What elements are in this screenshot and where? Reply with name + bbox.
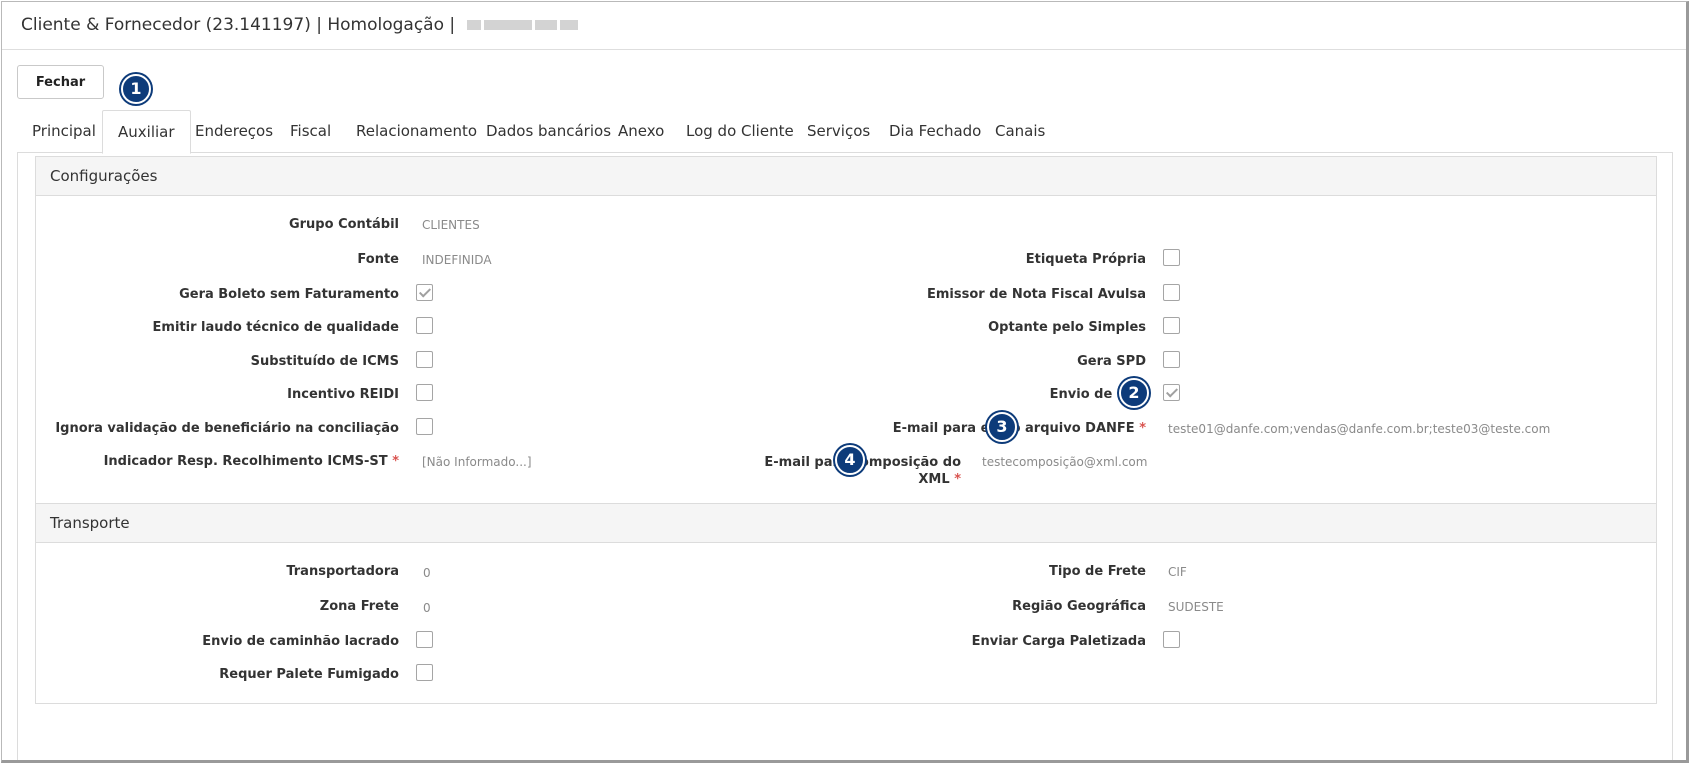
window-title-text: Cliente & Fornecedor (23.141197) | Homol… (21, 15, 456, 35)
checkbox-etiqueta-propria[interactable] (1163, 249, 1180, 266)
checkbox-envio-pdf[interactable] (1163, 384, 1180, 401)
section-title-configuracoes: Configurações (36, 157, 1656, 196)
value-regiao-geografica: SUDESTE (1168, 600, 1224, 614)
label-tipo-frete: Tipo de Frete (1048, 564, 1146, 579)
section-transporte: Transporte Transportadora 0 Zona Frete 0… (35, 504, 1657, 704)
tab-enderecos[interactable]: Endereços (180, 110, 288, 153)
checkbox-emissor-nf-avulsa[interactable] (1163, 284, 1180, 301)
checkbox-enviar-carga[interactable] (1163, 631, 1180, 648)
label-gera-spd: Gera SPD (1077, 354, 1146, 369)
label-enviar-carga: Enviar Carga Paletizada (971, 634, 1146, 649)
label-indicador-resp: Indicador Resp. Recolhimento ICMS-ST * (103, 454, 399, 469)
window-title: Cliente & Fornecedor (23.141197) | Homol… (21, 15, 581, 35)
tab-relacionamento[interactable]: Relacionamento (341, 110, 492, 153)
tab-principal[interactable]: Principal (17, 110, 111, 153)
redacted-name (466, 15, 581, 35)
label-emissor-nf-avulsa: Emissor de Nota Fiscal Avulsa (926, 287, 1146, 302)
input-email-xml[interactable]: testecomposição@xml.com (982, 455, 1147, 469)
value-grupo-contabil: CLIENTES (422, 218, 480, 232)
title-bar: Cliente & Fornecedor (23.141197) | Homol… (2, 2, 1686, 50)
close-button[interactable]: Fechar (17, 65, 104, 99)
tab-fiscal[interactable]: Fiscal (275, 110, 346, 153)
label-email-danfe: E-mail para envio arquivo DANFE * (892, 421, 1146, 436)
checkbox-optante-simples[interactable] (1163, 317, 1180, 334)
callout-badge-2: 2 (1119, 378, 1149, 408)
input-email-danfe[interactable]: teste01@danfe.com;vendas@danfe.com.br;te… (1168, 422, 1550, 436)
tab-dia-fechado[interactable]: Dia Fechado (874, 110, 996, 153)
label-etiqueta-propria: Etiqueta Própria (1025, 252, 1146, 267)
callout-badge-3: 3 (987, 412, 1017, 442)
tab-bar: Principal Auxiliar Endereços Fiscal Rela… (17, 110, 1673, 154)
label-optante-simples: Optante pelo Simples (988, 320, 1146, 335)
tab-servicos[interactable]: Serviços (792, 110, 885, 153)
label-requer-palete: Requer Palete Fumigado (219, 667, 399, 682)
checkbox-gera-spd[interactable] (1163, 351, 1180, 368)
value-tipo-frete: CIF (1168, 565, 1187, 579)
label-envio-pdf: Envio de PDF (1049, 387, 1146, 402)
tab-log-do-cliente[interactable]: Log do Cliente (671, 110, 809, 153)
checkbox-requer-palete[interactable] (416, 664, 433, 681)
tab-anexo[interactable]: Anexo (603, 110, 679, 153)
tab-auxiliar[interactable]: Auxiliar (102, 110, 191, 154)
label-grupo-contabil: Grupo Contábil (288, 217, 399, 232)
callout-badge-4: 4 (835, 445, 865, 475)
tab-canais[interactable]: Canais (980, 110, 1060, 153)
window: Cliente & Fornecedor (23.141197) | Homol… (1, 1, 1689, 763)
select-indicador-resp[interactable]: [Não Informado...] (422, 455, 532, 469)
label-regiao-geografica: Região Geográfica (1012, 599, 1146, 614)
section-title-transporte: Transporte (36, 504, 1656, 543)
callout-badge-1: 1 (121, 74, 151, 104)
